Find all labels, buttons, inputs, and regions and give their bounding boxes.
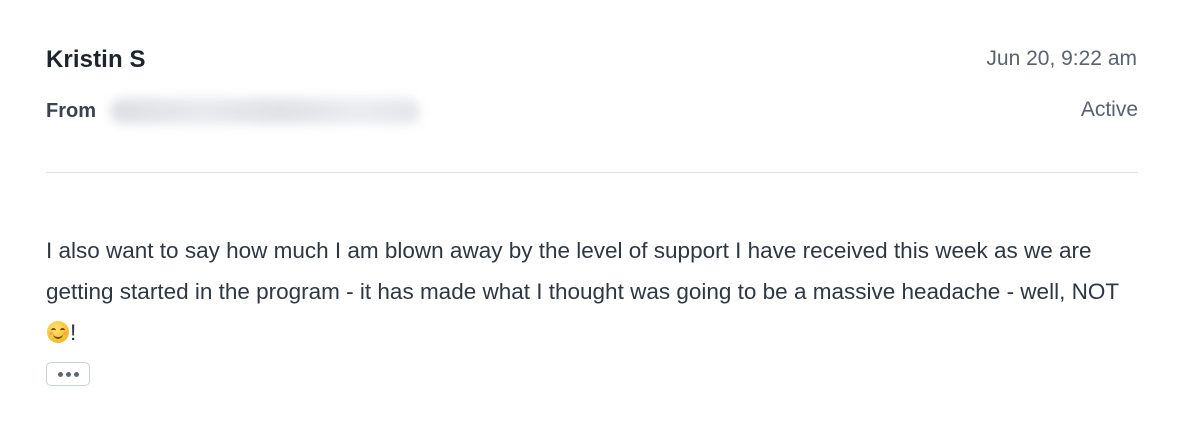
show-more-button[interactable] [46, 362, 90, 386]
smiling-face-emoji-icon [47, 321, 69, 343]
ellipsis-icon-dot [65, 371, 71, 377]
ellipsis-icon-dot [73, 371, 79, 377]
from-row: From [46, 98, 420, 124]
sender-email-redacted [110, 98, 420, 124]
sender-name: Kristin S [46, 46, 146, 73]
message-timestamp: Jun 20, 9:22 am [986, 47, 1137, 70]
from-label: From [46, 99, 96, 122]
message-body-suffix: ! [70, 320, 77, 345]
header-divider [46, 172, 1138, 173]
message-body: I also want to say how much I am blown a… [46, 230, 1146, 353]
message-body-text: I also want to say how much I am blown a… [46, 238, 1119, 304]
ellipsis-icon [57, 371, 63, 377]
status-text: Active [1080, 98, 1138, 121]
